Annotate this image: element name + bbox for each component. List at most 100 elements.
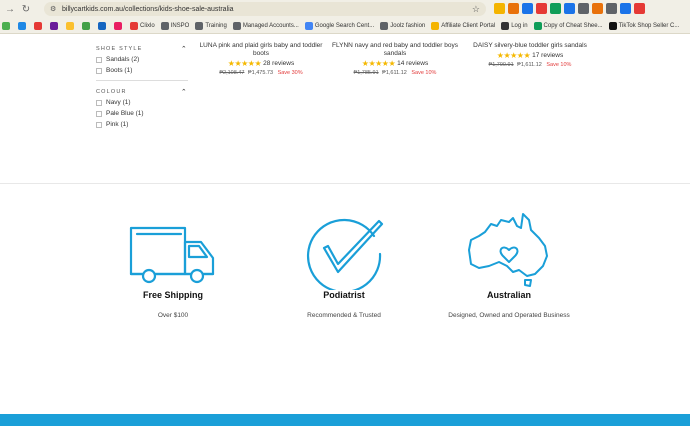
filter-option-label: Pale Blue (1)	[106, 110, 144, 117]
bookmark-favicon-icon	[82, 21, 90, 30]
feature-title: Australian	[486, 290, 531, 300]
browser-toolbar: → ↻ ⚙ billycartkids.com.au/collections/k…	[0, 0, 690, 18]
extension-icon[interactable]	[522, 3, 533, 14]
bookmark-favicon-icon	[431, 21, 440, 30]
extension-icon[interactable]	[564, 3, 575, 14]
bookmark-favicon-icon	[34, 21, 42, 30]
reload-icon[interactable]: ↻	[20, 3, 32, 15]
bookmark-label: Google Search Cent...	[314, 22, 375, 29]
bookmark-label: Training	[205, 22, 227, 29]
bookmark-item[interactable]	[98, 21, 108, 30]
product-rating: ★★★★★ 14 reviews	[330, 59, 460, 68]
bookmark-item[interactable]	[34, 21, 44, 30]
bookmark-item[interactable]	[50, 21, 60, 30]
bookmark-item[interactable]	[66, 21, 76, 30]
bookmark-star-icon[interactable]: ☆	[472, 4, 480, 15]
bookmark-favicon-icon	[130, 21, 138, 30]
bookmark-item[interactable]: Clixlo	[130, 21, 155, 30]
filter-checkbox[interactable]	[96, 121, 102, 128]
compare-price: ₱1,790.91	[488, 62, 514, 68]
feature-subtitle: Over $100	[157, 312, 189, 319]
product-prices: ₱1,790.91 ₱1,611.12 Save 10%	[465, 62, 595, 68]
extension-icon[interactable]	[634, 3, 645, 14]
feature-title: Podiatrist	[323, 290, 365, 300]
product-name[interactable]: LUNA pink and plaid girls baby and toddl…	[196, 42, 326, 58]
bookmark-item[interactable]: Affiliate Client Portal	[431, 21, 495, 30]
filter-checkbox[interactable]	[96, 99, 102, 106]
product-card[interactable]: DAISY silvery-blue toddler girls sandals…	[465, 42, 595, 68]
bookmark-item[interactable]	[82, 21, 92, 30]
filter-group-toggle[interactable]: COLOUR ⌃	[96, 87, 188, 97]
chevron-up-icon[interactable]: ⌃	[181, 45, 188, 53]
filter-checkbox[interactable]	[96, 67, 102, 74]
product-name[interactable]: DAISY silvery-blue toddler girls sandals	[465, 42, 595, 50]
compare-price: ₱2,108.47	[219, 70, 245, 76]
feature-subtitle: Recommended & Trusted	[307, 312, 381, 319]
feature-title: Free Shipping	[142, 290, 203, 300]
sale-price: ₱1,611.12	[382, 70, 407, 76]
delivery-truck-icon	[129, 226, 215, 284]
filter-option-label: Boots (1)	[106, 67, 133, 74]
save-badge: Save 10%	[546, 62, 572, 68]
feature-free-shipping: Free Shipping Over $100	[93, 210, 253, 319]
extension-icon[interactable]	[494, 3, 505, 14]
site-info-icon[interactable]: ⚙	[50, 5, 58, 13]
bookmark-item[interactable]: Managed Accounts...	[232, 21, 299, 30]
bookmark-favicon-icon	[160, 21, 169, 30]
filter-group: COLOUR ⌃ Navy (1) Pale Blue (1) Pink (1)	[96, 87, 188, 130]
filter-option-label: Sandals (2)	[106, 56, 140, 63]
bookmark-favicon-icon	[304, 21, 313, 30]
bookmark-favicon-icon	[18, 21, 26, 30]
bookmark-item[interactable]	[2, 21, 12, 30]
sale-price: ₱1,475.73	[247, 70, 274, 76]
bookmark-item[interactable]: Google Search Cent...	[304, 21, 375, 30]
forward-icon[interactable]: →	[4, 3, 16, 15]
bookmark-label: TikTok Shop Seller C...	[618, 22, 680, 29]
extension-icon[interactable]	[536, 3, 547, 14]
filter-option[interactable]: Navy (1)	[96, 97, 188, 108]
url-text: billycartkids.com.au/collections/kids-sh…	[62, 5, 234, 13]
extension-icon[interactable]	[578, 3, 589, 14]
address-bar[interactable]: ⚙ billycartkids.com.au/collections/kids-…	[44, 2, 486, 16]
sale-price: ₱1,611.12	[517, 62, 542, 68]
extension-icon[interactable]	[606, 3, 617, 14]
filter-group-toggle[interactable]: SHOE STYLE ⌃	[96, 44, 188, 54]
product-card[interactable]: FLYNN navy and red baby and toddler boys…	[330, 42, 460, 76]
filter-option[interactable]: Pink (1)	[96, 119, 188, 130]
extension-icon[interactable]	[550, 3, 561, 14]
filter-checkbox[interactable]	[96, 56, 102, 63]
bookmark-label: Managed Accounts...	[242, 22, 299, 29]
bookmark-item[interactable]	[114, 21, 124, 30]
filter-checkbox[interactable]	[96, 110, 102, 117]
checkmark-circle-icon	[306, 218, 384, 290]
bookmark-item[interactable]: INSPO	[160, 21, 190, 30]
filter-option[interactable]: Boots (1)	[96, 65, 188, 76]
extension-icon[interactable]	[620, 3, 631, 14]
bookmark-label: Copy of Cheat Shee...	[543, 22, 603, 29]
filter-option[interactable]: Sandals (2)	[96, 54, 188, 65]
bookmark-favicon-icon	[608, 21, 617, 30]
bookmark-item[interactable]	[18, 21, 28, 30]
feature-podiatrist: Podiatrist Recommended & Trusted	[264, 210, 424, 319]
compare-price: ₱1,785.91	[353, 70, 379, 76]
extension-icon[interactable]	[508, 3, 519, 14]
product-card[interactable]: LUNA pink and plaid girls baby and toddl…	[196, 42, 326, 76]
extension-icon[interactable]	[592, 3, 603, 14]
bookmark-item[interactable]: Joolz fashion	[380, 21, 426, 30]
filter-sidebar: SHOE STYLE ⌃ Sandals (2) Boots (1) COLOUR ⌃ Na…	[96, 44, 188, 136]
bookmark-label: Joolz fashion	[390, 22, 426, 29]
bookmark-item[interactable]: Log in	[501, 21, 528, 30]
bookmark-item[interactable]: Copy of Cheat Shee...	[533, 21, 603, 30]
bookmark-label: INSPO	[170, 22, 190, 29]
filter-divider	[96, 80, 188, 81]
bookmark-item[interactable]: TikTok Shop Seller C...	[608, 21, 680, 30]
chevron-up-icon[interactable]: ⌃	[181, 88, 188, 96]
filter-heading: COLOUR	[96, 89, 127, 95]
bookmark-favicon-icon	[2, 21, 10, 30]
rating-stars-icon: ★★★★★	[227, 59, 262, 68]
product-name[interactable]: FLYNN navy and red baby and toddler boys…	[330, 42, 460, 58]
bookmark-item[interactable]: Training	[195, 21, 227, 30]
filter-option[interactable]: Pale Blue (1)	[96, 108, 188, 119]
bookmark-favicon-icon	[533, 21, 542, 30]
product-rating: ★★★★★ 28 reviews	[196, 59, 326, 68]
